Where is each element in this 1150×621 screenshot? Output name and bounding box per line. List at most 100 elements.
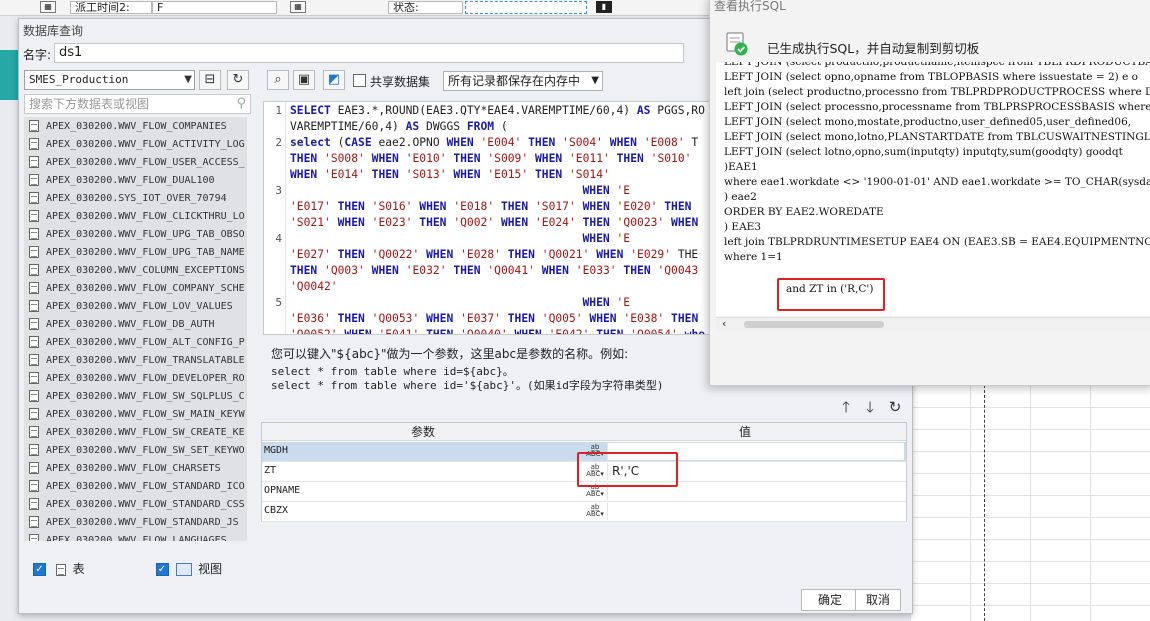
save-icon[interactable]: ▣: [293, 70, 315, 90]
success-icon: [726, 32, 748, 56]
table-icon: [29, 408, 39, 420]
table-list-item[interactable]: APEX_030200.WWV_FLOW_DUAL100: [24, 171, 247, 189]
sql-viewer-line: )EAE1: [724, 161, 758, 173]
table-list-item-label: APEX_030200.WWV_FLOW_LOV_VALUES: [46, 300, 233, 312]
cancel-button[interactable]: 取消: [855, 589, 901, 611]
move-up-icon[interactable]: 🡑: [837, 399, 855, 417]
table-list-item[interactable]: APEX_030200.WWV_FLOW_STANDARD_JS: [24, 513, 247, 531]
ok-button[interactable]: 确定: [801, 589, 859, 611]
sql-code-line: WHEN 'E: [582, 232, 631, 245]
table-list-item[interactable]: APEX_030200.WWV_FLOW_SW_MAIN_KEYW: [24, 405, 247, 423]
bg-time-label: 派工时间2:: [70, 1, 152, 14]
table-icon: [29, 156, 39, 168]
show-tables-checkbox[interactable]: ✓: [33, 563, 46, 576]
table-list-item-label: APEX_030200.WWV_FLOW_SW_CREATE_KE: [46, 426, 245, 438]
table-list-item[interactable]: APEX_030200.WWV_FLOW_UPG_TAB_NAME: [24, 243, 247, 261]
table-list-item[interactable]: APEX_030200.WWV_FLOW_SW_SET_KEYWO: [24, 441, 247, 459]
sql-viewer-title: 查看执行SQL: [714, 0, 786, 13]
sql-code-line: 'E036' THEN 'Q0053' WHEN 'E037' THEN 'Q0…: [290, 312, 699, 325]
background-grid: [910, 385, 1150, 621]
sql-viewer-line: LEFT JOIN (select lotno,opno,sum(inputqt…: [724, 146, 1123, 158]
table-list-item-label: APEX_030200.WWV_FLOW_COMPANIES: [46, 120, 227, 132]
memory-mode-select[interactable]: 所有记录都保存在内存中 ▼: [443, 71, 603, 91]
lock-icon[interactable]: ▮: [596, 1, 612, 13]
type-abc-icon[interactable]: a̲b̲ ABC▾: [584, 502, 606, 521]
table-list-item[interactable]: APEX_030200.WWV_FLOW_COMPANIES: [24, 117, 247, 135]
table-icon: [29, 192, 39, 204]
calendar-icon[interactable]: ▦: [40, 1, 56, 13]
table-list-item[interactable]: APEX_030200.WWV_FLOW_ALT_CONFIG_P: [24, 333, 247, 351]
scroll-thumb[interactable]: [744, 321, 884, 328]
table-list-item[interactable]: APEX_030200.WWV_FLOW_LANGUAGES: [24, 531, 247, 541]
sql-viewer-line: left join TBLPRDRUNTIMESETUP EAE4 ON (EA…: [724, 236, 1150, 248]
background-page-break: [984, 385, 985, 621]
table-list-item[interactable]: APEX_030200.WWV_FLOW_CHARSETS: [24, 459, 247, 477]
table-icon: [29, 120, 39, 132]
param-name: OPNAME: [264, 485, 301, 496]
table-list-scrollbar[interactable]: [248, 117, 253, 541]
table-icon: [29, 354, 39, 366]
table-list-item[interactable]: APEX_030200.WWV_FLOW_COMPANY_SCHE: [24, 279, 247, 297]
sql-viewer-message: 已生成执行SQL，并自动复制到剪切板: [767, 41, 980, 56]
table-list-item[interactable]: APEX_030200.WWV_FLOW_STANDARD_ICO: [24, 477, 247, 495]
sql-viewer-line: ) eae2: [724, 191, 757, 203]
table-list-item-label: APEX_030200.WWV_FLOW_SW_MAIN_KEYW: [46, 408, 245, 420]
share-dataset-label: 共享数据集: [370, 75, 431, 89]
table-list-item[interactable]: APEX_030200.WWV_FLOW_LOV_VALUES: [24, 297, 247, 315]
bg-status-select[interactable]: [465, 1, 587, 14]
table-list-item[interactable]: APEX_030200.WWV_FLOW_ACTIVITY_LOG: [24, 135, 247, 153]
table-list-item-label: APEX_030200.WWV_COLUMN_EXCEPTIONS: [46, 264, 245, 276]
table-list-item[interactable]: APEX_030200.WWV_FLOW_CLICKTHRU_LO: [24, 207, 247, 225]
move-down-icon[interactable]: 🡓: [861, 399, 879, 417]
show-views-checkbox[interactable]: ✓: [155, 563, 169, 576]
table-list-item[interactable]: APEX_030200.WWV_FLOW_USER_ACCESS_: [24, 153, 247, 171]
table-list-item[interactable]: APEX_030200.WWV_FLOW_UPG_TAB_OBSO: [24, 225, 247, 243]
bg-time-input[interactable]: F: [152, 1, 277, 14]
preview-icon[interactable]: ⌕: [267, 70, 289, 90]
table-list-item-label: APEX_030200.WWV_FLOW_DUAL100: [46, 174, 215, 186]
share-dataset-checkbox[interactable]: [353, 74, 366, 87]
sql-editor[interactable]: 1 SELECT EAE3.*,ROUND(EAE3.QTY*EAE4.VAREM…: [263, 101, 728, 335]
sql-code-line: THEN 'Q003' WHEN 'E032' THEN 'Q0041' WHE…: [290, 264, 699, 277]
sql-code-line: 'Q0052' WHEN 'E041' THEN 'Q0040' WHEN 'E…: [290, 328, 706, 335]
table-icon: [29, 264, 39, 276]
export-icon[interactable]: ◩: [323, 70, 345, 90]
parameter-help: 您可以键入"${abc}"做为一个参数，这里abc是参数的名称。例如: sele…: [271, 345, 731, 393]
table-list-item[interactable]: APEX_030200.WWV_FLOW_DB_AUTH: [24, 315, 247, 333]
edit-connection-icon[interactable]: ⊟: [199, 70, 221, 90]
bg-status-label: 状态:: [388, 1, 463, 14]
table-list-item-label: APEX_030200.WWV_FLOW_ACTIVITY_LOG: [46, 138, 245, 150]
table-list-item-label: APEX_030200.WWV_FLOW_SW_SET_KEYWO: [46, 444, 245, 456]
sql-code-line: WHEN 'E: [582, 296, 631, 309]
refresh-icon[interactable]: ↻: [227, 70, 249, 90]
param-type: ABC: [586, 510, 601, 518]
refresh-params-icon[interactable]: ↻: [886, 399, 904, 417]
table-list-item[interactable]: APEX_030200.WWV_FLOW_DEVELOPER_RO: [24, 369, 247, 387]
table-list-item[interactable]: APEX_030200.WWV_FLOW_SW_SQLPLUS_C: [24, 387, 247, 405]
table-list-item-label: APEX_030200.WWV_FLOW_DB_AUTH: [46, 318, 215, 330]
table-icon: [29, 300, 39, 312]
table-list-item[interactable]: APEX_030200.WWV_FLOW_SW_CREATE_KE: [24, 423, 247, 441]
table-list-item[interactable]: APEX_030200.WWV_FLOW_TRANSLATABLE: [24, 351, 247, 369]
sql-viewer-line: LEFT JOIN (select mono,mostate,productno…: [724, 116, 1132, 128]
background-teal-panel: [0, 50, 20, 100]
scroll-left-icon[interactable]: ‹: [722, 317, 726, 330]
chevron-down-icon: ▼: [591, 75, 599, 86]
param-value-input[interactable]: [607, 503, 904, 520]
table-list-item[interactable]: APEX_030200.WWV_FLOW_STANDARD_CSS: [24, 495, 247, 513]
param-name: CBZX: [264, 505, 289, 516]
table-list-item[interactable]: APEX_030200.SYS_IOT_OVER_70794: [24, 189, 247, 207]
sql-viewer-hscrollbar[interactable]: ‹: [716, 317, 1150, 331]
table-list-item[interactable]: APEX_030200.WWV_COLUMN_EXCEPTIONS: [24, 261, 247, 279]
table-browser-panel: SMES_Production ▼ ⊟ ↻ 搜索下方数据表或视图 ⚲ APEX_…: [23, 69, 259, 581]
dataset-name-input[interactable]: ds1: [54, 43, 684, 63]
help-line-1: 您可以键入"${abc}"做为一个参数，这里abc是参数的名称。例如:: [271, 347, 629, 361]
table-list[interactable]: APEX_030200.WWV_FLOW_COMPANIES APEX_03020…: [24, 117, 247, 541]
table-list-item-label: APEX_030200.WWV_FLOW_STANDARD_CSS: [46, 498, 245, 510]
param-row[interactable]: CBZX a̲b̲ ABC▾: [262, 502, 906, 522]
database-select[interactable]: SMES_Production ▼: [24, 70, 195, 90]
sql-code-line: 'S021' WHEN 'E023' THEN 'Q002' WHEN 'E02…: [290, 216, 699, 229]
line-number: 3: [275, 184, 282, 197]
table-search-input[interactable]: 搜索下方数据表或视图 ⚲: [24, 94, 251, 114]
calendar-icon[interactable]: ▦: [290, 1, 306, 13]
